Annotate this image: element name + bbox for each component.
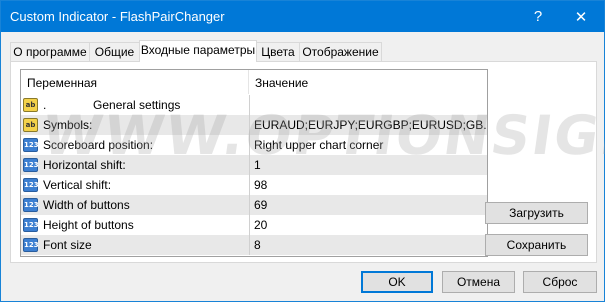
tab-general[interactable]: Общие [89, 42, 140, 61]
column-header-value[interactable]: Значение [249, 70, 487, 94]
param-name: . General settings [43, 98, 181, 112]
table-row[interactable]: 123 Horizontal shift: 1 [21, 155, 487, 175]
param-value[interactable]: 1 [249, 155, 487, 175]
param-name: Width of buttons [43, 198, 130, 212]
window-title: Custom Indicator - FlashPairChanger [10, 9, 225, 24]
parameters-grid: Переменная Значение ab . General setting… [20, 69, 488, 257]
column-header-variable[interactable]: Переменная [21, 70, 249, 94]
load-button[interactable]: Загрузить [485, 202, 588, 224]
help-button[interactable]: ? [515, 1, 561, 32]
table-row[interactable]: 123 Width of buttons 69 [21, 195, 487, 215]
param-value[interactable]: 8 [249, 235, 487, 255]
tab-colors[interactable]: Цвета [256, 42, 300, 61]
numeric-type-icon: 123 [23, 238, 39, 252]
param-value[interactable]: 20 [249, 215, 487, 235]
tab-about[interactable]: О программе [10, 42, 90, 61]
cancel-button[interactable]: Отмена [442, 271, 515, 293]
inputs-panel: Переменная Значение ab . General setting… [10, 61, 597, 263]
param-name: Symbols: [43, 118, 93, 132]
table-row[interactable]: ab Symbols: EURAUD;EURJPY;EURGBP;EURUSD;… [21, 115, 487, 135]
tab-display[interactable]: Отображение [299, 42, 382, 61]
table-row[interactable]: 123 Height of buttons 20 [21, 215, 487, 235]
table-row[interactable]: ab . General settings [21, 95, 487, 115]
ok-button[interactable]: OK [361, 271, 433, 293]
close-button[interactable]: ✕ [558, 1, 604, 32]
string-type-icon: ab [23, 98, 38, 112]
table-row[interactable]: 123 Vertical shift: 98 [21, 175, 487, 195]
numeric-type-icon: 123 [23, 138, 39, 152]
string-type-icon: ab [23, 118, 38, 132]
numeric-type-icon: 123 [23, 178, 39, 192]
param-name: Horizontal shift: [43, 158, 126, 172]
param-value[interactable] [249, 95, 487, 115]
reset-button[interactable]: Сброс [523, 271, 597, 293]
grid-header: Переменная Значение [21, 70, 487, 94]
save-button[interactable]: Сохранить [485, 234, 588, 256]
numeric-type-icon: 123 [23, 158, 39, 172]
param-name: Height of buttons [43, 218, 134, 232]
numeric-type-icon: 123 [23, 198, 39, 212]
title-bar[interactable]: Custom Indicator - FlashPairChanger ? ✕ [1, 1, 604, 32]
param-value[interactable]: 98 [249, 175, 487, 195]
dialog-window: Custom Indicator - FlashPairChanger ? ✕ … [0, 0, 605, 302]
table-row[interactable]: 123 Scoreboard position: Right upper cha… [21, 135, 487, 155]
param-value[interactable]: Right upper chart corner [249, 135, 487, 155]
table-row[interactable]: 123 Font size 8 [21, 235, 487, 255]
param-name: Font size [43, 238, 92, 252]
tab-inputs[interactable]: Входные параметры [139, 40, 257, 62]
param-name: Scoreboard position: [43, 138, 154, 152]
param-name: Vertical shift: [43, 178, 112, 192]
param-value[interactable]: 69 [249, 195, 487, 215]
param-value[interactable]: EURAUD;EURJPY;EURGBP;EURUSD;GB... [249, 115, 487, 135]
numeric-type-icon: 123 [23, 218, 39, 232]
